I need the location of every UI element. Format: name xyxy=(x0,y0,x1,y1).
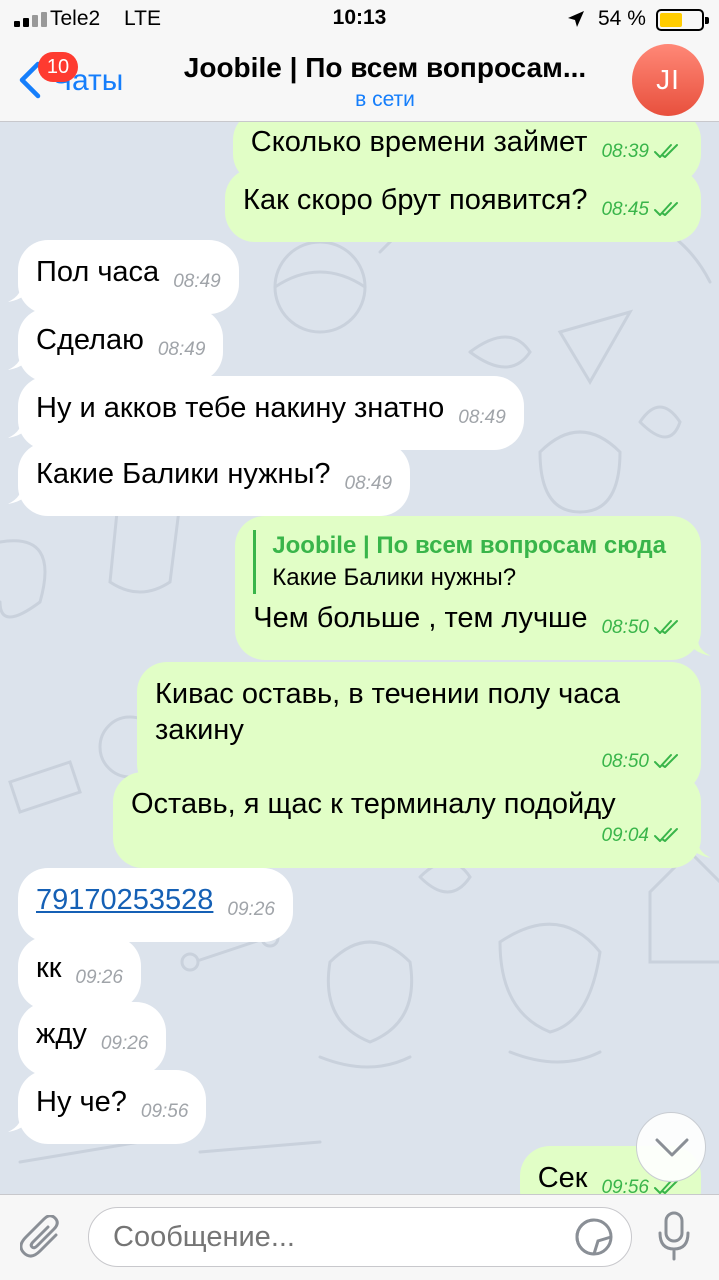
battery-percent: 54 % xyxy=(598,7,646,30)
message-timestamp: 08:49 xyxy=(344,473,393,494)
message-time: 08:49 xyxy=(173,264,221,300)
double-check-icon xyxy=(654,202,678,216)
message-time: 08:50 xyxy=(601,610,683,646)
message-text: Ну и акков тебе накину знатно xyxy=(36,392,445,424)
message-text: Пол часа xyxy=(36,256,160,288)
avatar[interactable]: JI xyxy=(632,44,704,116)
reply-text: Какие Балики нужны? xyxy=(272,564,517,591)
outgoing-message[interactable]: Как скоро брут появится? 08:45 xyxy=(225,168,701,242)
message-time: 08:49 xyxy=(158,332,206,368)
incoming-message[interactable]: Сделаю 08:49 xyxy=(18,308,224,382)
message-text: Какие Балики нужны? xyxy=(36,458,331,490)
microphone-icon[interactable] xyxy=(656,1209,692,1270)
message-text: Ну че? xyxy=(36,1086,127,1118)
back-button[interactable]: Чаты 10 xyxy=(12,52,142,102)
unread-badge: 10 xyxy=(38,52,78,82)
message-text: Кивас оставь, в течении полу часа закину xyxy=(155,678,621,746)
reply-author: Joobile | По всем вопросам сюда xyxy=(272,532,667,559)
message-time: 09:04 xyxy=(145,818,683,854)
message-timestamp: 09:26 xyxy=(227,899,275,920)
message-timestamp: 09:56 xyxy=(140,1101,189,1122)
chat-header: Чаты 10 Joobile | По всем вопросам... в … xyxy=(0,38,719,122)
message-timestamp: 09:26 xyxy=(75,967,123,988)
message-timestamp: 08:45 xyxy=(601,199,649,220)
composer-bar xyxy=(0,1194,719,1280)
message-text: Сделаю xyxy=(36,324,144,356)
message-text: Оставь, я щас к терминалу подойду xyxy=(131,788,616,820)
status-bar: Tele2 LTE 10:13 54 % xyxy=(0,0,719,38)
double-check-icon xyxy=(654,144,678,158)
incoming-message[interactable]: кк 09:26 xyxy=(18,936,141,1010)
incoming-message[interactable]: 79170253528 09:26 xyxy=(18,868,293,942)
message-text: Как скоро брут появится? xyxy=(243,184,588,216)
message-text: жду xyxy=(36,1018,87,1050)
message-timestamp: 09:56 xyxy=(601,1177,649,1194)
message-time: 09:26 xyxy=(227,892,275,928)
incoming-message[interactable]: жду 09:26 xyxy=(18,1002,167,1076)
double-check-icon xyxy=(654,828,678,842)
incoming-message[interactable]: Какие Балики нужны? 08:49 xyxy=(18,442,411,516)
message-time: 08:39 xyxy=(601,134,683,170)
message-time: 09:26 xyxy=(101,1026,149,1062)
location-arrow-icon xyxy=(566,9,586,35)
outgoing-message[interactable]: Оставь, я щас к терминалу подойду 09:04 xyxy=(113,772,701,868)
double-check-icon xyxy=(654,620,678,634)
message-time: 08:49 xyxy=(345,466,393,502)
message-time: 08:45 xyxy=(601,192,683,228)
message-text: кк xyxy=(36,952,62,984)
incoming-message[interactable]: Ну и акков тебе накину знатно 08:49 xyxy=(18,376,524,450)
message-input[interactable] xyxy=(88,1207,632,1267)
message-list[interactable]: Сколько времени займет 08:39 Как скоро бру… xyxy=(0,122,719,1194)
double-check-icon xyxy=(654,754,678,768)
battery-icon xyxy=(656,9,709,31)
message-timestamp: 08:49 xyxy=(173,271,221,292)
phone-link[interactable]: 79170253528 xyxy=(36,884,213,916)
message-text: Сек xyxy=(537,1162,588,1194)
paperclip-icon[interactable] xyxy=(19,1214,66,1266)
message-timestamp: 08:49 xyxy=(157,339,206,360)
message-timestamp: 09:04 xyxy=(601,825,649,846)
incoming-message[interactable]: Пол часа 08:49 xyxy=(18,240,239,314)
chevron-down-icon xyxy=(655,1138,689,1157)
sticker-icon[interactable] xyxy=(574,1217,614,1262)
outgoing-message[interactable]: Joobile | По всем вопросам сюда Какие Бал… xyxy=(235,516,701,660)
battery-fill xyxy=(660,13,682,27)
message-timestamp: 08:39 xyxy=(601,141,649,162)
scroll-down-button[interactable] xyxy=(636,1112,706,1182)
message-text: Сколько времени займет xyxy=(250,126,588,158)
message-timestamp: 09:26 xyxy=(100,1033,149,1054)
message-time: 08:49 xyxy=(458,400,506,436)
chat-status: в сети xyxy=(355,88,415,111)
message-timestamp: 08:50 xyxy=(601,751,649,772)
message-time: 09:26 xyxy=(75,960,123,996)
incoming-message[interactable]: Ну че? 09:56 xyxy=(18,1070,207,1144)
chat-title[interactable]: Joobile | По всем вопросам... xyxy=(150,52,620,84)
message-text: Чем больше , тем лучше xyxy=(253,602,588,634)
message-time: 09:56 xyxy=(141,1094,189,1130)
message-timestamp: 08:50 xyxy=(601,617,649,638)
reply-quote[interactable]: Joobile | По всем вопросам сюда Какие Бал… xyxy=(253,530,683,594)
message-timestamp: 08:49 xyxy=(458,407,506,428)
